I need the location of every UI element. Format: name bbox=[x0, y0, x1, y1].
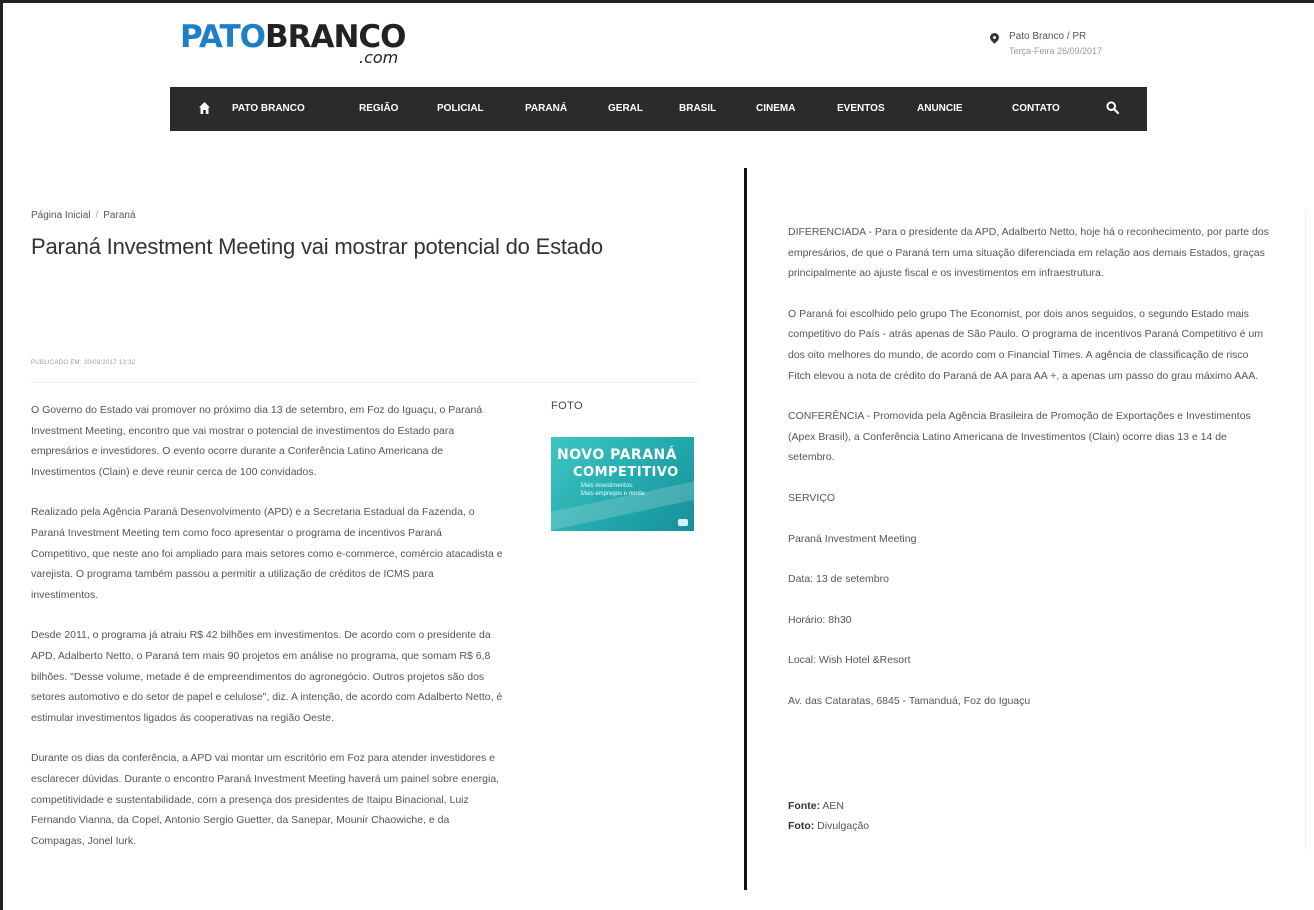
nav-item-parana[interactable]: PARANÁ bbox=[525, 103, 567, 114]
source-label: Fonte: bbox=[788, 800, 821, 812]
article-paragraph: DIFERENCIADA - Para o presidente da APD,… bbox=[788, 226, 1269, 280]
article-paragraph: CONFERÊNCIA - Promovida pela Agência Bra… bbox=[788, 410, 1251, 464]
service-location: Local: Wish Hotel &Resort bbox=[788, 654, 911, 667]
nav-item-policial[interactable]: POLICIAL bbox=[437, 103, 484, 114]
site-logo[interactable]: PATOBRANCO .com bbox=[180, 19, 407, 66]
service-event-name: Paraná Investment Meeting bbox=[788, 532, 917, 545]
nav-item-geral[interactable]: GERAL bbox=[608, 103, 643, 114]
article-body-left: O Governo do Estado vai promover no próx… bbox=[31, 400, 503, 871]
search-icon[interactable] bbox=[1106, 101, 1119, 114]
nav-item-eventos[interactable]: EVENTOS bbox=[837, 103, 885, 114]
breadcrumb-home[interactable]: Página Inicial bbox=[31, 210, 90, 221]
home-icon[interactable] bbox=[199, 102, 210, 114]
logo-suffix: .com bbox=[359, 48, 399, 67]
main-nav: PATO BRANCO REGIÃO POLICIAL PARANÁ GERAL… bbox=[170, 87, 1147, 131]
article-credits: Fonte: AEN Foto: Divulgação bbox=[788, 796, 869, 836]
article-photo[interactable]: NOVO PARANÁ COMPETITIVO Mais investiment… bbox=[551, 437, 694, 531]
photo-section-label: FOTO bbox=[551, 400, 583, 412]
service-date: Data: 13 de setembro bbox=[788, 573, 889, 586]
service-time: Horário: 8h30 bbox=[788, 613, 852, 626]
nav-item-regiao[interactable]: REGIÃO bbox=[359, 103, 398, 114]
photo-headline-1: NOVO PARANÁ bbox=[557, 447, 678, 463]
photo-tagline-1: Mais investimentos. bbox=[581, 483, 634, 489]
column-divider bbox=[744, 168, 747, 890]
photo-credit-value: Divulgação bbox=[817, 820, 870, 832]
article-paragraph: Desde 2011, o programa já atraiu R$ 42 b… bbox=[31, 629, 503, 724]
source-line: Fonte: AEN bbox=[788, 796, 869, 816]
photo-tagline-2: Mais empregos e renda. bbox=[581, 491, 646, 497]
nav-item-anuncie[interactable]: ANUNCIE bbox=[917, 103, 963, 114]
published-date: Publicado em: 30/08/2017 13:32 bbox=[31, 360, 136, 366]
breadcrumb: Página Inicial / Paraná bbox=[31, 210, 136, 221]
photo-logo-mark bbox=[678, 519, 688, 526]
nav-item-brasil[interactable]: BRASIL bbox=[679, 103, 716, 114]
photo-headline-2: COMPETITIVO bbox=[573, 465, 679, 480]
article-paragraph: O Paraná foi escolhido pelo grupo The Ec… bbox=[788, 307, 1264, 382]
article-title: Paraná Investment Meeting vai mostrar po… bbox=[31, 234, 603, 259]
nav-item-pato-branco[interactable]: PATO BRANCO bbox=[232, 103, 305, 114]
service-address: Av. das Cataratas, 6845 - Tamanduá, Foz … bbox=[788, 694, 1031, 707]
breadcrumb-separator: / bbox=[95, 210, 99, 221]
nav-item-contato[interactable]: CONTATO bbox=[1012, 103, 1060, 114]
breadcrumb-current[interactable]: Paraná bbox=[103, 210, 135, 221]
article-paragraph: O Governo do Estado vai promover no próx… bbox=[31, 404, 483, 478]
logo-part-pato: PATO bbox=[180, 19, 266, 55]
article-paragraph: Durante os dias da conferência, a APD va… bbox=[31, 752, 500, 847]
article-paragraph: Realizado pela Agência Paraná Desenvolvi… bbox=[31, 506, 503, 601]
sidebar-edge bbox=[1305, 210, 1306, 850]
article-body-right: DIFERENCIADA - Para o presidente da APD,… bbox=[788, 222, 1273, 732]
title-divider bbox=[31, 382, 698, 383]
service-heading: SERVIÇO bbox=[788, 491, 836, 504]
current-date: Terça-Feira 26/09/2017 bbox=[1009, 46, 1103, 56]
location-city: Pato Branco / PR bbox=[1009, 31, 1087, 42]
photo-credit-label: Foto: bbox=[788, 820, 815, 832]
source-value: AEN bbox=[822, 800, 845, 812]
nav-item-cinema[interactable]: CINEMA bbox=[756, 103, 795, 114]
photo-credit-line: Foto: Divulgação bbox=[788, 816, 869, 836]
